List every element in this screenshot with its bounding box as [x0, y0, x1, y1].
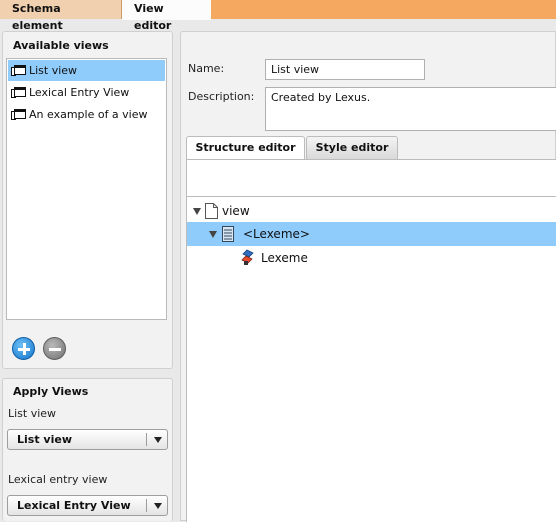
view-list-item-list-view[interactable]: List view	[8, 60, 165, 81]
tree-node-label: view	[222, 204, 250, 218]
apply-views-panel: Apply Views List view List view Lexical …	[2, 378, 173, 521]
structure-tree: view <Lexeme> Lexeme	[186, 197, 556, 522]
view-list-item-label: Lexical Entry View	[29, 86, 130, 99]
description-textarea[interactable]: Created by Lexus.	[265, 87, 556, 131]
expand-arrow-icon[interactable]	[209, 231, 217, 238]
apply-lexical-entry-view-label: Lexical entry view	[8, 473, 108, 486]
name-label: Name:	[188, 62, 225, 75]
tree-node-view[interactable]: view	[187, 199, 556, 223]
lexical-entry-view-select-value: Lexical Entry View	[17, 499, 131, 512]
tab-schema-element[interactable]: Schema element	[0, 0, 122, 32]
select-divider	[146, 433, 147, 446]
available-views-panel: Available views List view Lexical Entry …	[2, 31, 173, 369]
view-list-item-label: An example of a view	[29, 108, 148, 121]
apply-views-title: Apply Views	[13, 385, 89, 398]
data-field-icon	[241, 249, 254, 265]
add-view-button[interactable]	[12, 337, 35, 360]
tree-node-label: Lexeme	[261, 251, 308, 265]
chevron-down-icon	[154, 437, 162, 443]
available-views-title: Available views	[13, 39, 109, 52]
tree-node-lexeme-element[interactable]: <Lexeme>	[187, 222, 556, 246]
tab-view-editor[interactable]: View editor	[122, 0, 211, 32]
view-list-item-lexical-entry-view[interactable]: Lexical Entry View	[8, 82, 165, 103]
tree-node-lexeme-field[interactable]: Lexeme	[187, 246, 556, 270]
tree-node-label: <Lexeme>	[243, 227, 310, 241]
list-view-select-value: List view	[17, 433, 72, 446]
lexical-entry-view-select[interactable]: Lexical Entry View	[7, 495, 168, 516]
plus-circle-icon-vertical	[23, 343, 26, 355]
description-label: Description:	[188, 90, 255, 103]
tab-structure-editor[interactable]: Structure editor	[186, 136, 305, 160]
view-editor-panel: Name: List view Description: Created by …	[180, 31, 556, 522]
remove-view-button[interactable]	[43, 337, 66, 360]
document-icon	[205, 203, 218, 219]
view-icon	[11, 65, 26, 76]
expand-arrow-icon[interactable]	[193, 208, 201, 215]
apply-list-view-label: List view	[8, 407, 57, 420]
structure-toolbar-area	[186, 159, 556, 197]
view-icon	[11, 87, 26, 98]
list-view-select[interactable]: List view	[7, 429, 168, 450]
tab-style-editor[interactable]: Style editor	[306, 136, 398, 159]
chevron-down-icon	[154, 503, 162, 509]
top-tab-bar: Schema element View editor	[0, 0, 556, 32]
schema-element-icon	[222, 226, 234, 242]
view-list-item-label: List view	[29, 64, 78, 77]
view-list-item-example-view[interactable]: An example of a view	[8, 104, 165, 125]
editor-tab-bar: Structure editor Style editor	[186, 136, 556, 160]
select-divider	[146, 499, 147, 512]
views-list: List view Lexical Entry View An example …	[6, 58, 167, 320]
minus-circle-icon	[49, 348, 61, 351]
view-icon	[11, 109, 26, 120]
name-input[interactable]: List view	[265, 59, 425, 80]
